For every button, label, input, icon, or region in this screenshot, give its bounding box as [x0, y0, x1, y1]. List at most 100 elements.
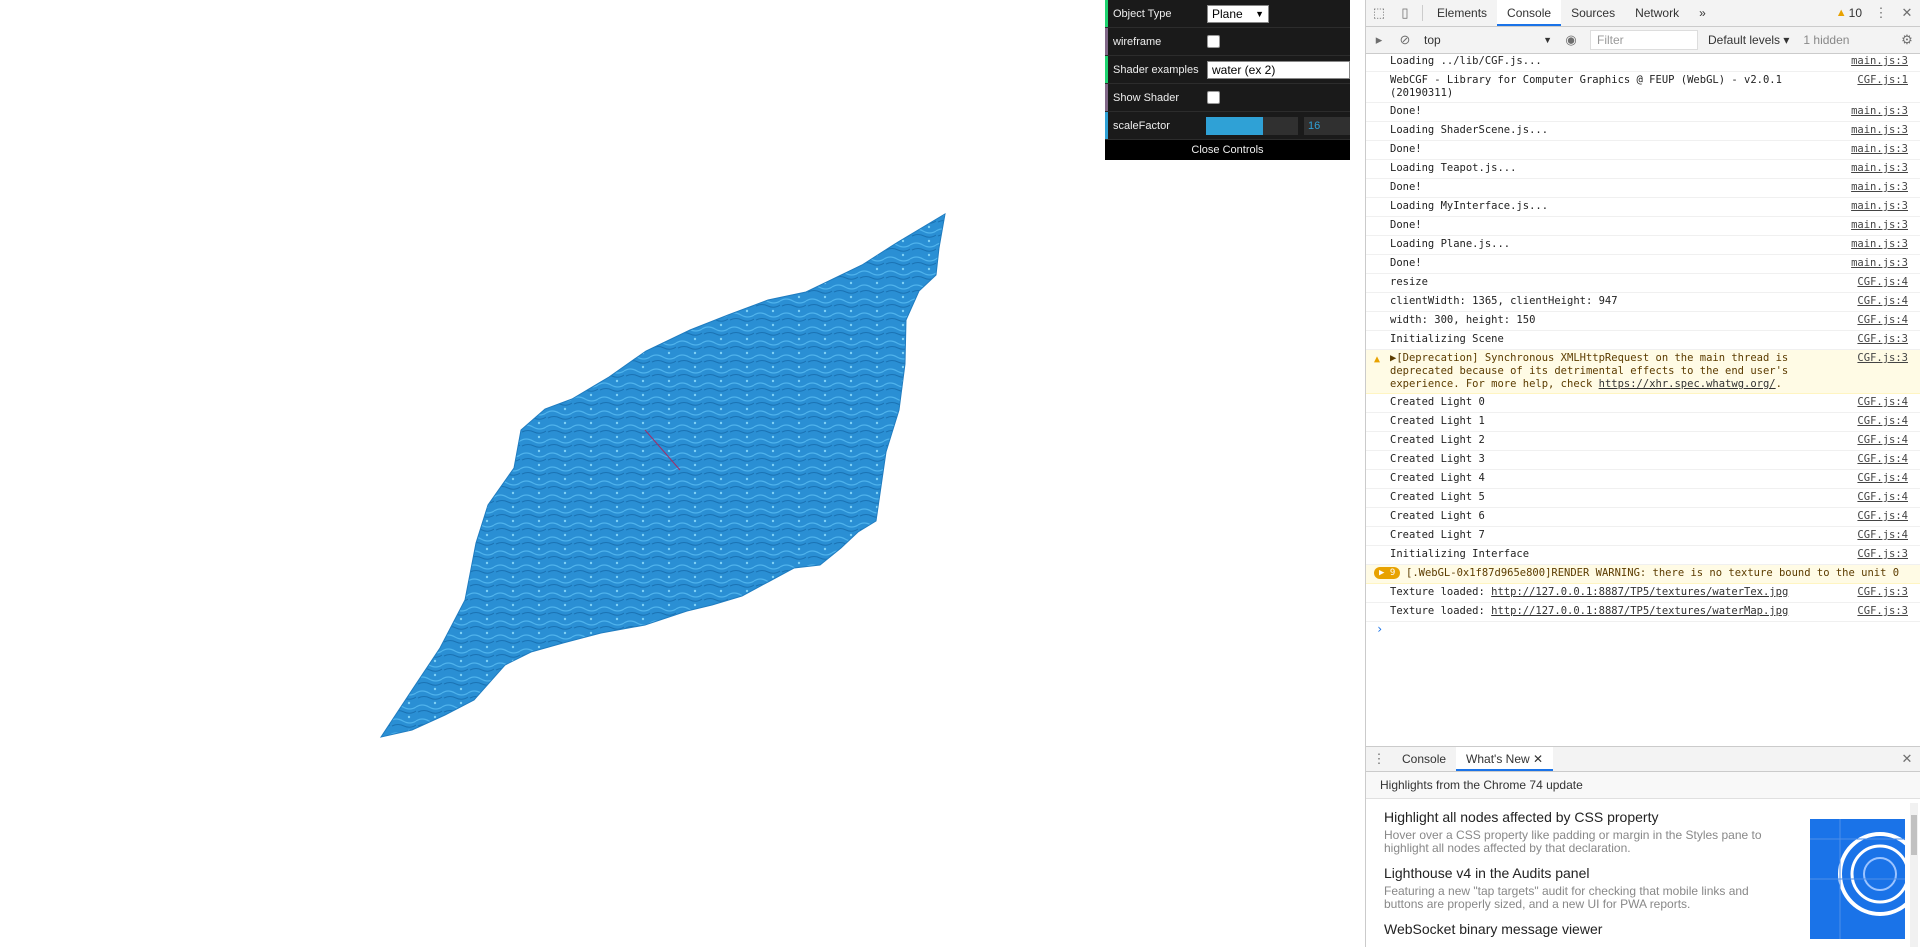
texture-link[interactable]: http://127.0.0.1:8887/TP5/textures/water… [1491, 605, 1788, 617]
inspect-element-icon[interactable]: ⬚ [1366, 0, 1392, 26]
close-controls-button[interactable]: Close Controls [1105, 140, 1350, 160]
drawer-tab-console[interactable]: Console [1392, 746, 1456, 772]
console-prompt[interactable]: › [1366, 622, 1920, 636]
whats-new-item[interactable]: WebSocket binary message viewer [1384, 921, 1764, 937]
eye-icon[interactable]: ◉ [1558, 27, 1584, 53]
source-link[interactable]: CGF.js:4 [1857, 295, 1908, 309]
console-toolbar: ▸ ⊘ top ▼ ◉ Filter Default levels ▾ 1 hid… [1366, 27, 1920, 54]
source-link[interactable]: CGF.js:3 [1857, 605, 1908, 619]
source-link[interactable]: CGF.js:3 [1857, 586, 1908, 600]
shader-examples-select[interactable]: water (ex 2) [1207, 60, 1350, 79]
source-link[interactable]: main.js:3 [1851, 105, 1908, 119]
tab-sources[interactable]: Sources [1561, 0, 1625, 26]
console-line: width: 300, height: 150 CGF.js:4 [1366, 312, 1920, 331]
console-message: Created Light 6 [1390, 510, 1485, 522]
warning-icon: ▲ [1835, 7, 1847, 19]
source-link[interactable]: CGF.js:4 [1857, 453, 1908, 467]
warnings-counter[interactable]: ▲ 10 [1836, 6, 1862, 20]
wireframe-row: wireframe [1105, 28, 1350, 56]
kebab-menu-icon[interactable]: ⋮ [1366, 746, 1392, 772]
console-message: Created Light 2 [1390, 434, 1485, 446]
close-icon[interactable]: ✕ [1894, 0, 1920, 26]
console-message: Created Light 4 [1390, 472, 1485, 484]
console-message: width: 300, height: 150 [1390, 314, 1536, 326]
console-message: Created Light 7 [1390, 529, 1485, 541]
controls-panel: Object Type Plane ▼ wireframe Shader exa… [1105, 0, 1350, 160]
sidebar-toggle-icon[interactable]: ▸ [1366, 27, 1392, 53]
scale-factor-input[interactable]: 16 [1304, 116, 1350, 135]
tab-elements[interactable]: Elements [1427, 0, 1497, 26]
source-link[interactable]: main.js:3 [1851, 181, 1908, 195]
scale-factor-slider[interactable] [1206, 116, 1298, 135]
object-type-select[interactable]: Plane ▼ [1207, 4, 1269, 23]
source-link[interactable]: CGF.js:4 [1857, 415, 1908, 429]
source-link[interactable]: main.js:3 [1851, 143, 1908, 157]
context-value: top [1424, 33, 1441, 47]
shader-examples-label: Shader examples [1113, 63, 1199, 76]
clear-console-icon[interactable]: ⊘ [1392, 27, 1418, 53]
console-line: Created Light 4 CGF.js:4 [1366, 470, 1920, 489]
tab-network[interactable]: Network [1625, 0, 1689, 26]
source-link[interactable]: CGF.js:4 [1857, 314, 1908, 328]
scale-factor-row: scaleFactor 16 [1105, 112, 1350, 140]
device-toolbar-icon[interactable]: ▯ [1392, 0, 1418, 26]
source-link[interactable]: CGF.js:3 [1857, 548, 1908, 562]
deprecation-link[interactable]: https://xhr.spec.whatwg.org/ [1599, 378, 1776, 390]
whats-new-list: Highlight all nodes affected by CSS prop… [1366, 799, 1920, 939]
drawer-tab-whats-new[interactable]: What's New ✕ [1456, 747, 1554, 771]
console-message: resize [1390, 276, 1428, 288]
console-message: Done! [1390, 143, 1422, 155]
more-tabs-button[interactable]: » [1689, 0, 1716, 26]
drawer-scrollbar[interactable] [1910, 803, 1918, 947]
source-link[interactable]: CGF.js:1 [1857, 74, 1908, 100]
whats-new-item[interactable]: Highlight all nodes affected by CSS prop… [1384, 809, 1764, 855]
source-link[interactable]: CGF.js:4 [1857, 434, 1908, 448]
chevron-down-icon: ▼ [1543, 35, 1552, 45]
console-message: Created Light 5 [1390, 491, 1485, 503]
source-link[interactable]: CGF.js:4 [1857, 491, 1908, 505]
source-link[interactable]: CGF.js:4 [1857, 276, 1908, 290]
console-line: Texture loaded: http://127.0.0.1:8887/TP… [1366, 603, 1920, 622]
source-link[interactable]: CGF.js:4 [1857, 472, 1908, 486]
close-drawer-icon[interactable]: ✕ [1894, 746, 1920, 772]
object-type-row: Object Type Plane ▼ [1105, 0, 1350, 28]
texture-link[interactable]: http://127.0.0.1:8887/TP5/textures/water… [1491, 586, 1788, 598]
source-link[interactable]: main.js:3 [1851, 162, 1908, 176]
kebab-menu-icon[interactable]: ⋮ [1868, 0, 1894, 26]
wireframe-checkbox[interactable] [1207, 35, 1220, 48]
source-link[interactable]: main.js:3 [1851, 219, 1908, 233]
log-levels-dropdown[interactable]: Default levels ▾ [1708, 33, 1789, 47]
console-message: Done! [1390, 181, 1422, 193]
webgl-warning[interactable]: ▶ 9 [.WebGL-0x1f87d965e800]RENDER WARNIN… [1366, 565, 1920, 584]
devtools-panel: ⬚ ▯ Elements Console Sources Network » ▲… [1365, 0, 1920, 947]
console-message: Loading Teapot.js... [1390, 162, 1517, 174]
console-line: Created Light 0 CGF.js:4 [1366, 394, 1920, 413]
console-line: Created Light 7 CGF.js:4 [1366, 527, 1920, 546]
source-link[interactable]: CGF.js:3 [1857, 352, 1908, 391]
source-link[interactable]: CGF.js:4 [1857, 510, 1908, 524]
filter-input[interactable]: Filter [1590, 30, 1698, 50]
source-link[interactable]: CGF.js:3 [1857, 333, 1908, 347]
whats-new-item[interactable]: Lighthouse v4 in the Audits panel Featur… [1384, 865, 1764, 911]
console-line: Created Light 2 CGF.js:4 [1366, 432, 1920, 451]
source-link[interactable]: CGF.js:4 [1857, 529, 1908, 543]
source-link[interactable]: main.js:3 [1851, 257, 1908, 271]
scrollbar-thumb[interactable] [1911, 815, 1917, 855]
show-shader-row: Show Shader [1105, 84, 1350, 112]
wireframe-label: wireframe [1113, 35, 1162, 48]
console-message: Done! [1390, 105, 1422, 117]
console-message: Created Light 1 [1390, 415, 1485, 427]
console-message: Loading ../lib/CGF.js... [1390, 55, 1542, 67]
context-select[interactable]: top ▼ [1418, 30, 1558, 50]
tab-console[interactable]: Console [1497, 0, 1562, 26]
source-link[interactable]: CGF.js:4 [1857, 396, 1908, 410]
console-message: Done! [1390, 257, 1422, 269]
source-link[interactable]: main.js:3 [1851, 200, 1908, 214]
gear-icon[interactable]: ⚙ [1894, 27, 1920, 53]
show-shader-checkbox[interactable] [1207, 91, 1220, 104]
whats-new-desc: Hover over a CSS property like padding o… [1384, 828, 1762, 855]
source-link[interactable]: main.js:3 [1851, 55, 1908, 69]
source-link[interactable]: main.js:3 [1851, 238, 1908, 252]
close-tab-icon[interactable]: ✕ [1533, 752, 1543, 766]
source-link[interactable]: main.js:3 [1851, 124, 1908, 138]
